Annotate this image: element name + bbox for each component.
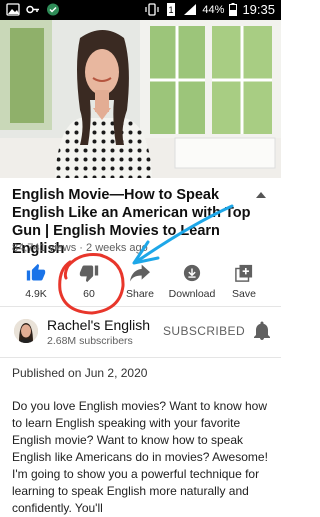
- dislike-count: 60: [83, 288, 95, 300]
- channel-name[interactable]: Rachel's English: [47, 317, 150, 333]
- avatar[interactable]: [14, 319, 38, 343]
- like-count: 4.9K: [25, 288, 47, 300]
- save-button[interactable]: Save: [216, 262, 272, 300]
- shield-icon: [47, 3, 59, 16]
- clock: 19:35: [242, 2, 275, 17]
- thumbs-up-icon: [26, 263, 46, 281]
- playlist-add-icon: [235, 264, 253, 282]
- video-frame-image: [0, 20, 281, 178]
- download-button[interactable]: Download: [164, 262, 220, 300]
- key-icon: [26, 5, 39, 14]
- svg-text:1: 1: [169, 5, 174, 15]
- download-icon: [183, 264, 201, 282]
- download-label: Download: [168, 288, 216, 300]
- battery-icon: [229, 3, 238, 16]
- divider: [0, 357, 281, 358]
- save-label: Save: [232, 288, 256, 300]
- collapse-chevron-icon[interactable]: [255, 190, 267, 200]
- dislike-button[interactable]: 60: [61, 262, 117, 300]
- share-label: Share: [125, 288, 155, 300]
- video-player[interactable]: [0, 20, 281, 178]
- signal-icon: [184, 4, 197, 15]
- share-button[interactable]: Share: [112, 262, 168, 300]
- upload-age: 2 weeks ago: [86, 242, 148, 254]
- notification-bell-icon[interactable]: [253, 321, 271, 341]
- meta-separator: ·: [79, 242, 87, 254]
- view-count: 84,741 views: [12, 242, 77, 254]
- like-button[interactable]: 4.9K: [8, 262, 64, 300]
- video-meta: 84,741 views · 2 weeks ago: [12, 242, 148, 254]
- avatar-image: [14, 319, 38, 343]
- share-icon: [130, 264, 150, 282]
- channel-row: Rachel's English 2.68M subscribers SUBSC…: [0, 307, 281, 357]
- action-bar: 4.9K 60 Share Download Save: [0, 262, 281, 304]
- image-icon: [6, 3, 20, 16]
- battery-level: 44%: [202, 3, 225, 16]
- sim-icon: 1: [167, 3, 176, 16]
- thumbs-down-icon: [79, 265, 99, 283]
- video-description: Do you love English movies? Want to know…: [12, 399, 268, 515]
- status-bar: 1 44% 19:35: [0, 0, 281, 20]
- subscribe-button[interactable]: SUBSCRIBED: [163, 324, 245, 338]
- vibrate-icon: [145, 3, 160, 16]
- subscriber-count: 2.68M subscribers: [47, 335, 133, 347]
- publish-date: Published on Jun 2, 2020: [12, 366, 148, 380]
